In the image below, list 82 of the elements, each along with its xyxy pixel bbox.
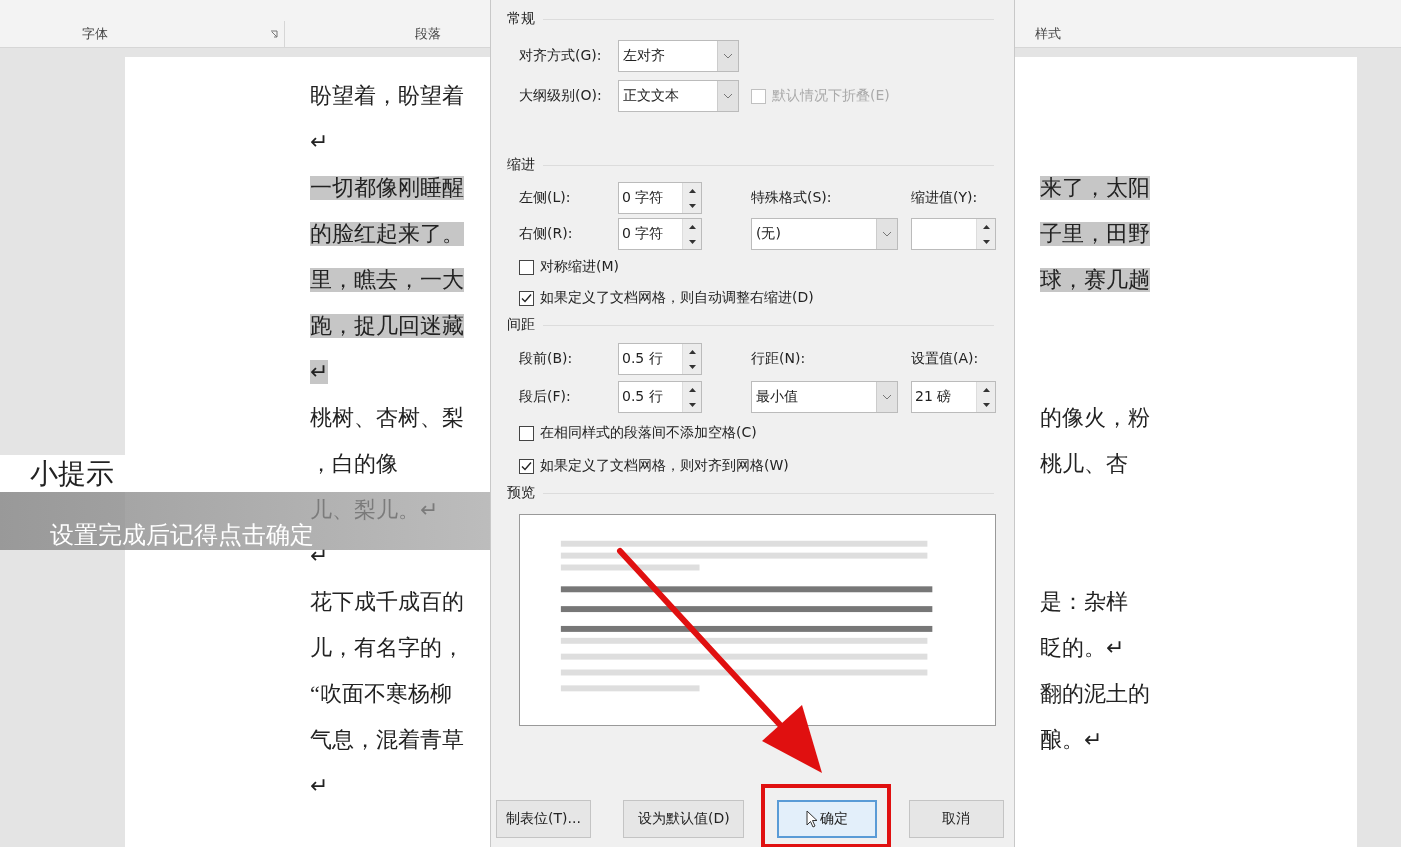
caret-icon	[882, 394, 892, 400]
spin-down-icon[interactable]	[688, 203, 696, 208]
document-text: 来了，太阳	[1040, 176, 1150, 200]
document-text: 翻的泥土的	[1040, 682, 1150, 706]
spin-field[interactable]: 21 磅	[911, 381, 996, 413]
field-label: 特殊格式(S):	[751, 189, 832, 207]
dialog-button[interactable]: 取消	[909, 800, 1004, 838]
document-text: 气息，混着青草	[310, 728, 464, 752]
document-text: 花下成千成百的	[310, 590, 464, 614]
section-title: 预览	[507, 484, 535, 502]
spin-up-icon[interactable]	[982, 387, 990, 392]
group-label: 字体	[82, 25, 108, 43]
spin-up-icon[interactable]	[688, 224, 696, 229]
field-label: 缩进值(Y):	[911, 189, 978, 207]
document-text: ，白的像	[310, 452, 398, 476]
document-text: 的脸红起来了。	[310, 222, 464, 246]
spin-field[interactable]: 0.5 行	[618, 343, 702, 375]
document-text: 子里，田野	[1040, 222, 1150, 246]
checkbox[interactable]	[519, 425, 534, 441]
field-label: 左侧(L):	[519, 189, 571, 207]
spin-down-icon[interactable]	[688, 239, 696, 244]
spin-down-icon[interactable]	[688, 364, 696, 369]
spin-down-icon[interactable]	[982, 402, 990, 407]
checkbox-label: 在相同样式的段落间不添加空格(C)	[540, 424, 757, 442]
checkbox[interactable]	[519, 290, 534, 306]
field-label: 行距(N):	[751, 350, 806, 368]
document-text: 是：杂样	[1040, 590, 1128, 614]
group-label: 段落	[415, 25, 441, 43]
spin-up-icon[interactable]	[688, 188, 696, 193]
document-text: 一切都像刚睡醒	[310, 176, 464, 200]
dropdown[interactable]: 正文文本	[618, 80, 739, 112]
document-text: ↵	[310, 360, 328, 384]
field-label: 段后(F):	[519, 388, 571, 406]
spin-up-icon[interactable]	[982, 224, 990, 229]
document-text: 眨的。↵	[1040, 636, 1124, 660]
checkbox[interactable]	[519, 259, 534, 275]
document-text: 酿。↵	[1040, 728, 1102, 752]
cursor-icon	[805, 810, 818, 828]
dialog-button[interactable]: 确定	[776, 800, 877, 838]
tip-text: 设置完成后记得点击确定	[50, 522, 314, 548]
spin-field[interactable]: 0.5 行	[618, 381, 702, 413]
field-label: 段前(B):	[519, 350, 573, 368]
group-label: 样式	[1035, 25, 1061, 43]
checkbox-label: 对称缩进(M)	[540, 258, 619, 276]
caret-icon	[882, 231, 892, 237]
document-text: 桃儿、杏	[1040, 452, 1128, 476]
dialog-button[interactable]: 设为默认值(D)	[623, 800, 745, 838]
document-text: 的像火，粉	[1040, 406, 1150, 430]
dialog-button[interactable]: 制表位(T)...	[496, 800, 591, 838]
checkbox-label: 如果定义了文档网格，则自动调整右缩进(D)	[540, 289, 814, 307]
checkbox-label: 如果定义了文档网格，则对齐到网格(W)	[540, 457, 789, 475]
checkbox-label: 默认情况下折叠(E)	[772, 87, 890, 105]
dialog-launcher-icon[interactable]	[270, 30, 278, 38]
spin-field[interactable]: 0 字符	[618, 182, 702, 214]
document-text: 桃树、杏树、梨	[310, 406, 464, 430]
dropdown[interactable]: 最小值	[751, 381, 898, 413]
field-label: 设置值(A):	[911, 350, 979, 368]
section-title: 常规	[507, 10, 535, 28]
field-label: 右侧(R):	[519, 225, 573, 243]
section-title: 缩进	[507, 156, 535, 174]
dropdown[interactable]: 左对齐	[618, 40, 739, 72]
spin-up-icon[interactable]	[688, 349, 696, 354]
checkbox[interactable]	[519, 458, 534, 474]
caret-icon	[723, 93, 733, 99]
spin-up-icon[interactable]	[688, 387, 696, 392]
spin-field[interactable]	[911, 218, 996, 250]
field-label: 大纲级别(O):	[519, 87, 602, 105]
spin-down-icon[interactable]	[688, 402, 696, 407]
document-text: “吹面不寒杨柳	[310, 682, 452, 706]
spin-field[interactable]: 0 字符	[618, 218, 702, 250]
document-text: 球，赛几趟	[1040, 268, 1150, 292]
document-text: 里，瞧去，一大	[310, 268, 464, 292]
spin-down-icon[interactable]	[982, 239, 990, 244]
field-label: 对齐方式(G):	[519, 47, 602, 65]
document-text: 儿，有名字的，	[310, 636, 464, 660]
document-text: ↵	[310, 774, 328, 798]
document-text: 盼望着，盼望着	[310, 84, 464, 108]
caret-icon	[723, 53, 733, 59]
document-text: ↵	[310, 130, 328, 154]
section-title: 间距	[507, 316, 535, 334]
dropdown[interactable]: (无)	[751, 218, 898, 250]
document-text: 跑，捉几回迷藏	[310, 314, 464, 338]
